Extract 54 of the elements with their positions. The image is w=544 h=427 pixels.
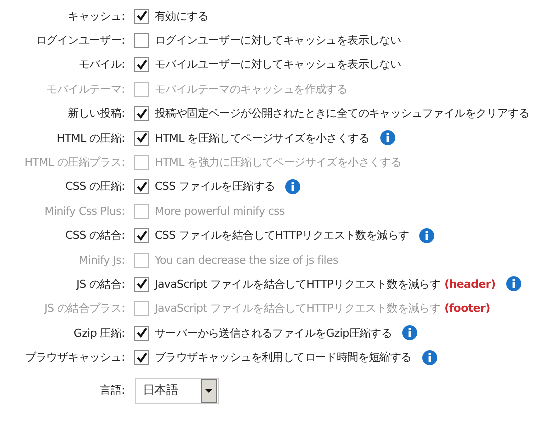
setting-description: ログインユーザーに対してキャッシュを表示しない	[155, 33, 402, 48]
checkbox[interactable]	[134, 8, 149, 24]
setting-description: HTML を強力に圧縮してページサイズを小さくする	[155, 155, 402, 170]
setting-label: HTML の圧縮プラス:	[24, 155, 125, 170]
setting-label: 言語:	[99, 383, 125, 398]
setting-note: (footer)	[444, 302, 490, 316]
setting-label: JS の結合:	[75, 276, 125, 292]
checkbox[interactable]	[134, 33, 149, 48]
setting-label: CSS の結合:	[64, 228, 125, 244]
language-select[interactable]: 日本語	[135, 378, 219, 404]
check-icon	[136, 132, 148, 144]
check-icon	[136, 108, 148, 120]
setting-label: モバイルテーマ:	[46, 82, 125, 97]
checkbox[interactable]	[134, 350, 149, 366]
check-icon	[136, 230, 148, 242]
check-icon	[136, 10, 148, 22]
setting-description: CSS ファイルを結合してHTTPリクエスト数を減らす	[155, 228, 410, 244]
checkbox[interactable]	[134, 179, 149, 194]
check-icon	[136, 58, 148, 71]
checkbox[interactable]	[134, 57, 149, 72]
dropdown-arrow-icon	[205, 388, 213, 393]
setting-description: CSS ファイルを圧縮する	[155, 179, 276, 194]
setting-label: HTML の圧縮:	[56, 130, 125, 146]
checkbox[interactable]	[134, 106, 149, 122]
setting-label: モバイル:	[78, 57, 125, 72]
checkbox[interactable]	[134, 326, 149, 341]
check-icon	[136, 278, 148, 290]
setting-label: Minify Js:	[78, 254, 125, 267]
setting-label: Gzip 圧縮:	[72, 326, 125, 341]
check-icon	[136, 327, 148, 340]
setting-description: モバイルテーマのキャッシュを作成する	[155, 82, 348, 97]
setting-description: モバイルユーザーに対してキャッシュを表示しない	[155, 57, 402, 72]
setting-description: サーバーから送信されるファイルをGzip圧縮する	[155, 326, 392, 341]
setting-description: 有効にする	[155, 8, 209, 24]
setting-description: JavaScript ファイルを結合してHTTPリクエスト数を減らす	[155, 301, 441, 316]
setting-description: JavaScript ファイルを結合してHTTPリクエスト数を減らす	[155, 276, 441, 292]
setting-note: (header)	[444, 278, 496, 291]
setting-label: CSS の圧縮:	[64, 179, 125, 194]
setting-description: More powerful minify css	[155, 204, 285, 218]
setting-label: 新しい投稿:	[67, 106, 125, 122]
checkbox[interactable]	[134, 228, 149, 244]
setting-label: JS の結合プラス:	[43, 301, 125, 316]
setting-description: HTML を圧縮してページサイズを小さくする	[155, 130, 370, 146]
checkbox[interactable]	[134, 130, 149, 146]
setting-label: ログインユーザー:	[34, 33, 125, 48]
setting-description: You can decrease the size of js files	[155, 254, 338, 267]
setting-description: 投稿や固定ページが公開されたときに全てのキャッシュファイルをクリアする	[155, 106, 530, 122]
checkbox[interactable]	[134, 276, 149, 292]
setting-label: キャッシュ:	[67, 8, 125, 24]
check-icon	[136, 352, 148, 364]
setting-label: Minify Css Plus:	[44, 204, 125, 218]
setting-label: ブラウザキャッシュ:	[24, 350, 125, 366]
check-icon	[136, 180, 148, 193]
setting-description: ブラウザキャッシュを利用してロード時間を短縮する	[155, 350, 412, 366]
